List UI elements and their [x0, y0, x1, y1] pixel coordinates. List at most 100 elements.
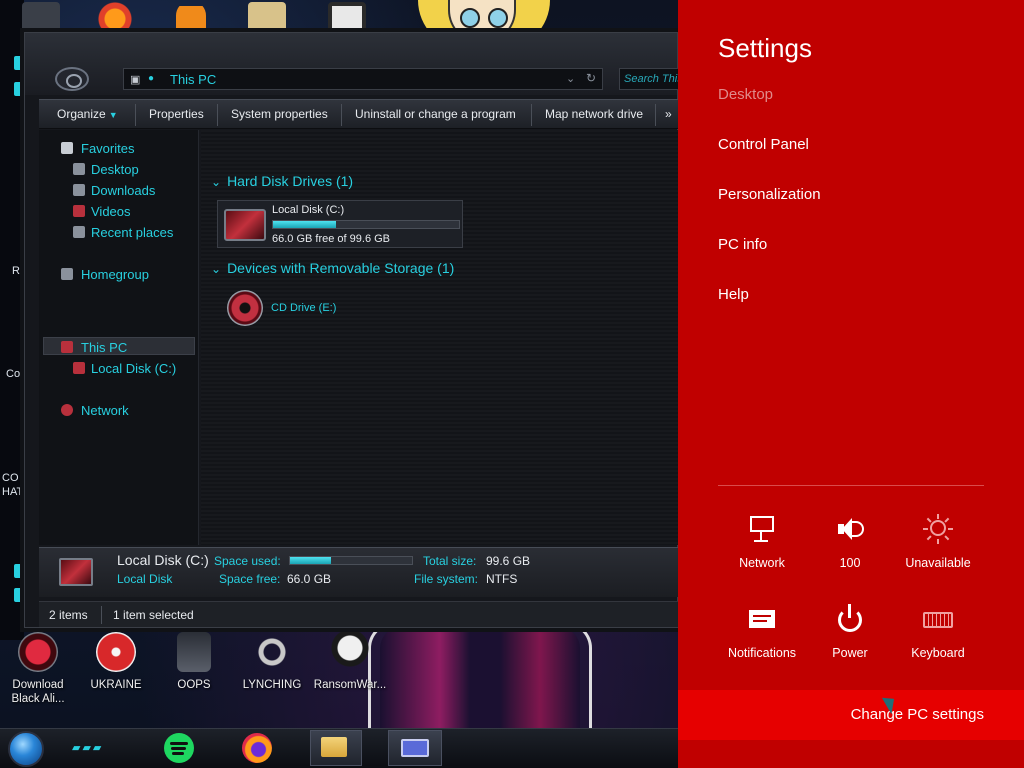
desktop-icon-lynching[interactable]: LYNCHING — [234, 632, 310, 692]
selection-count: 1 item selected — [113, 608, 194, 622]
breadcrumb-chevron-icon[interactable]: ● — [148, 73, 154, 84]
file-system-label: File system: — [414, 572, 479, 586]
tile-label: Network — [739, 556, 785, 570]
desktop-icon-ransomware[interactable]: RansomWar... — [312, 632, 388, 692]
control-panel-taskbar-button[interactable] — [388, 730, 442, 766]
recent-places-icon — [73, 226, 85, 238]
drive-item-c[interactable]: Local Disk (C:) 66.0 GB free of 99.6 GB — [217, 200, 463, 248]
chevron-down-icon[interactable]: ⌄ — [566, 72, 575, 85]
desktop-icon-download[interactable]: Download Black Ali... — [0, 632, 76, 706]
properties-button[interactable]: Properties — [149, 107, 204, 121]
system-properties-button[interactable]: System properties — [231, 107, 328, 121]
desktop-icon-label: RansomWar... — [313, 679, 387, 691]
charm-divider — [718, 485, 984, 486]
search-box[interactable] — [619, 68, 678, 90]
network-icon-screen — [750, 516, 774, 532]
brightness-icon-sun — [930, 520, 946, 536]
firefox-shortcut-icon[interactable] — [96, 2, 134, 36]
folder-icon — [321, 737, 347, 757]
map-network-drive-button[interactable]: Map network drive — [545, 107, 643, 121]
spotify-taskbar-icon[interactable] — [164, 733, 194, 763]
help-link[interactable]: Help — [718, 286, 749, 303]
nav-network[interactable]: Network — [81, 403, 129, 418]
command-bar: Organize ▼ Properties System properties U… — [39, 99, 678, 129]
keyboard-icon — [920, 604, 956, 636]
explorer-taskbar-button[interactable] — [310, 730, 362, 766]
nav-favorites[interactable]: Favorites — [81, 141, 134, 156]
app-shortcut-icon[interactable] — [248, 2, 286, 36]
nav-homegroup[interactable]: Homegroup — [81, 267, 149, 282]
group-header-label: Devices with Removable Storage (1) — [227, 260, 455, 276]
wallpaper-figure — [368, 622, 592, 738]
toolbar-divider — [217, 104, 218, 126]
search-input[interactable] — [620, 69, 678, 89]
power-tile[interactable]: Power — [808, 604, 892, 660]
drive-free-space: 66.0 GB free of 99.6 GB — [272, 233, 391, 245]
address-bar[interactable]: ▣ ● This PC ⌄ ↻ — [123, 68, 603, 90]
nav-videos[interactable]: Videos — [91, 204, 131, 219]
volume-tile[interactable]: 100 — [808, 514, 892, 570]
organize-button[interactable]: Organize ▼ — [57, 107, 118, 121]
network-tile[interactable]: Network — [720, 514, 804, 570]
total-size-label: Total size: — [423, 554, 477, 568]
cd-drive-icon[interactable] — [227, 290, 263, 326]
hard-disk-icon — [224, 209, 266, 241]
uninstall-program-button[interactable]: Uninstall or change a program — [355, 107, 516, 121]
organize-label: Organize — [57, 107, 106, 121]
nav-downloads[interactable]: Downloads — [91, 183, 155, 198]
brightness-tile[interactable]: Unavailable — [896, 514, 980, 570]
desktop-shortcut-icon[interactable] — [22, 2, 60, 36]
address-path[interactable]: This PC — [170, 72, 216, 87]
details-pane: Local Disk (C:) Local Disk Space used: S… — [39, 547, 678, 597]
start-button[interactable] — [8, 731, 44, 767]
nav-recent-places[interactable]: Recent places — [91, 225, 173, 240]
cd-drive-label[interactable]: CD Drive (E:) — [271, 302, 336, 314]
spotify-wave — [171, 747, 186, 750]
charm-title: Settings — [718, 33, 812, 63]
toolbar-divider — [341, 104, 342, 126]
app-shortcut-icon[interactable] — [328, 2, 366, 36]
glow-indicator — [14, 564, 22, 578]
more-commands-button[interactable]: » — [665, 107, 672, 121]
spotify-wave — [170, 742, 188, 745]
toolbar-divider — [135, 104, 136, 126]
change-pc-settings-button[interactable]: Change PC settings — [678, 690, 1024, 740]
refresh-icon[interactable]: ↻ — [586, 71, 596, 85]
personalization-link[interactable]: Personalization — [718, 186, 821, 203]
network-icon — [744, 514, 780, 546]
local-disk-icon — [73, 362, 85, 374]
charm-context: Desktop — [718, 86, 774, 103]
notifications-icon-line — [753, 615, 771, 617]
notifications-icon-box — [749, 610, 775, 628]
toolbar-divider — [531, 104, 532, 126]
details-type: Local Disk — [117, 572, 173, 586]
nav-local-disk[interactable]: Local Disk (C:) — [91, 361, 176, 376]
cartoon-eye — [460, 8, 480, 28]
pc-info-link[interactable]: PC info — [718, 236, 767, 253]
group-header-hard-disk[interactable]: ⌄ Hard Disk Drives (1) — [211, 173, 353, 189]
collapse-chevron-icon: ⌄ — [211, 175, 222, 189]
keyboard-tile[interactable]: Keyboard — [896, 604, 980, 660]
pc-icon: ▣ — [130, 74, 141, 86]
nav-desktop[interactable]: Desktop — [91, 162, 139, 177]
nav-this-pc[interactable]: This PC — [81, 340, 127, 355]
tile-label: Keyboard — [911, 646, 965, 660]
control-panel-link[interactable]: Control Panel — [718, 136, 809, 153]
desktop-icon-ukraine[interactable]: UKRAINE — [78, 632, 154, 692]
notifications-icon — [744, 604, 780, 636]
firefox-taskbar-icon[interactable] — [242, 733, 272, 763]
desktop-edge-label: CO — [2, 472, 19, 484]
notifications-tile[interactable]: Notifications — [720, 604, 804, 660]
radiation-icon — [96, 632, 136, 672]
collapse-chevron-icon: ⌄ — [211, 262, 222, 276]
vlc-icon[interactable] — [176, 2, 206, 36]
group-header-removable[interactable]: ⌄ Devices with Removable Storage (1) — [211, 260, 454, 276]
favorites-star-icon — [61, 142, 73, 154]
gear-icon — [252, 632, 292, 672]
power-icon — [832, 604, 868, 636]
space-free-label: Space free: — [219, 572, 281, 586]
tile-label: Notifications — [727, 646, 797, 660]
desktop-edge-label: Co — [6, 368, 21, 380]
explorer-titlebar[interactable]: ▣ ● This PC ⌄ ↻ — [25, 33, 678, 95]
desktop-icon-oops[interactable]: OOPS — [156, 632, 232, 692]
